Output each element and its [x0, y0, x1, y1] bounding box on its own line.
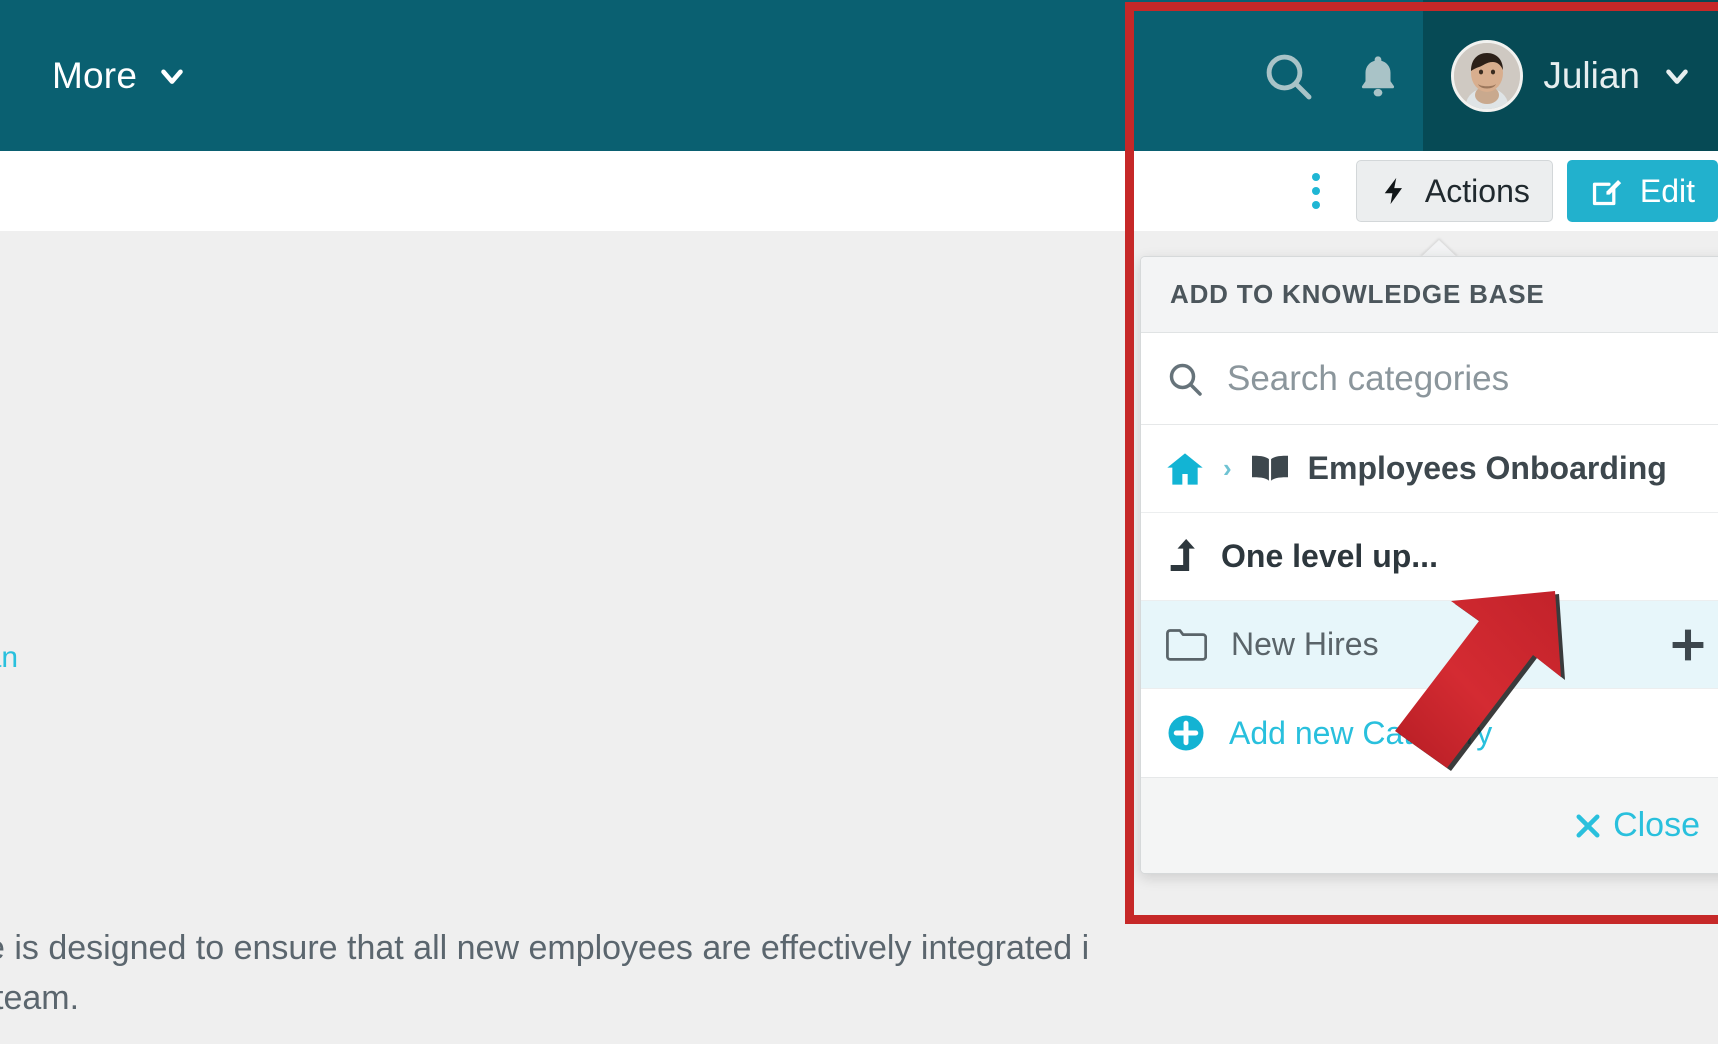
article-body-line: team. — [0, 979, 80, 1017]
actions-button-label: Actions — [1424, 172, 1530, 209]
top-navigation-bar: More Julian — [0, 0, 1718, 151]
folder-icon — [1165, 628, 1207, 662]
category-label: New Hires — [1231, 626, 1379, 662]
dropdown-footer: Close — [1141, 777, 1718, 873]
level-up-arrow-icon — [1165, 537, 1199, 577]
edit-button[interactable]: Edit — [1566, 160, 1718, 222]
book-icon — [1250, 453, 1290, 485]
close-button[interactable]: Close — [1573, 806, 1700, 845]
bolt-icon — [1379, 176, 1409, 206]
pencil-square-icon — [1590, 174, 1624, 208]
breadcrumb-label: Employees Onboarding — [1307, 450, 1667, 486]
one-level-up-label: One level up... — [1221, 538, 1438, 574]
close-button-label: Close — [1613, 806, 1700, 844]
more-vertical-icon[interactable] — [1292, 167, 1340, 215]
close-x-icon — [1573, 811, 1603, 841]
one-level-up-row[interactable]: One level up... — [1141, 513, 1718, 601]
notifications-button[interactable] — [1333, 0, 1423, 151]
article-card — [0, 291, 1045, 651]
bell-icon — [1353, 51, 1403, 101]
global-search-button[interactable] — [1243, 0, 1333, 151]
actions-button[interactable]: Actions — [1355, 160, 1553, 222]
add-new-category-row[interactable]: Add new Category — [1141, 689, 1718, 777]
breadcrumb[interactable]: › Employees Onboarding — [1141, 425, 1718, 513]
avatar — [1451, 39, 1524, 112]
dropdown-title: ADD TO KNOWLEDGE BASE — [1141, 257, 1718, 333]
category-row-content: New Hires — [1165, 626, 1379, 663]
chevron-down-icon — [1660, 59, 1694, 93]
user-menu-label: Julian — [1543, 54, 1640, 96]
more-menu-label: More — [52, 54, 138, 96]
user-menu-button[interactable]: Julian — [1423, 0, 1718, 151]
chevron-down-icon — [155, 59, 189, 93]
article-author-link[interactable]: ian — [0, 641, 18, 675]
edit-button-label: Edit — [1639, 172, 1695, 209]
category-row-new-hires[interactable]: New Hires — [1141, 601, 1718, 689]
plus-circle-icon — [1165, 712, 1207, 754]
breadcrumb-separator: › — [1223, 453, 1232, 483]
more-menu-button[interactable]: More — [0, 55, 189, 97]
search-icon — [1165, 359, 1205, 399]
home-icon[interactable] — [1165, 449, 1205, 489]
page-action-bar: Actions Edit — [0, 151, 1718, 231]
article-body-line: e is designed to ensure that all new emp… — [0, 929, 1090, 967]
search-categories-input[interactable]: Search categories — [1141, 333, 1718, 425]
screen-root: More Julian Actions Edit n e is designed… — [0, 0, 1718, 1044]
search-icon — [1260, 48, 1316, 104]
add-new-category-label: Add new Category — [1229, 714, 1493, 751]
search-categories-placeholder: Search categories — [1227, 358, 1510, 398]
add-to-knowledge-base-dropdown: ADD TO KNOWLEDGE BASE Search categories … — [1140, 256, 1718, 874]
plus-icon[interactable] — [1666, 623, 1710, 667]
